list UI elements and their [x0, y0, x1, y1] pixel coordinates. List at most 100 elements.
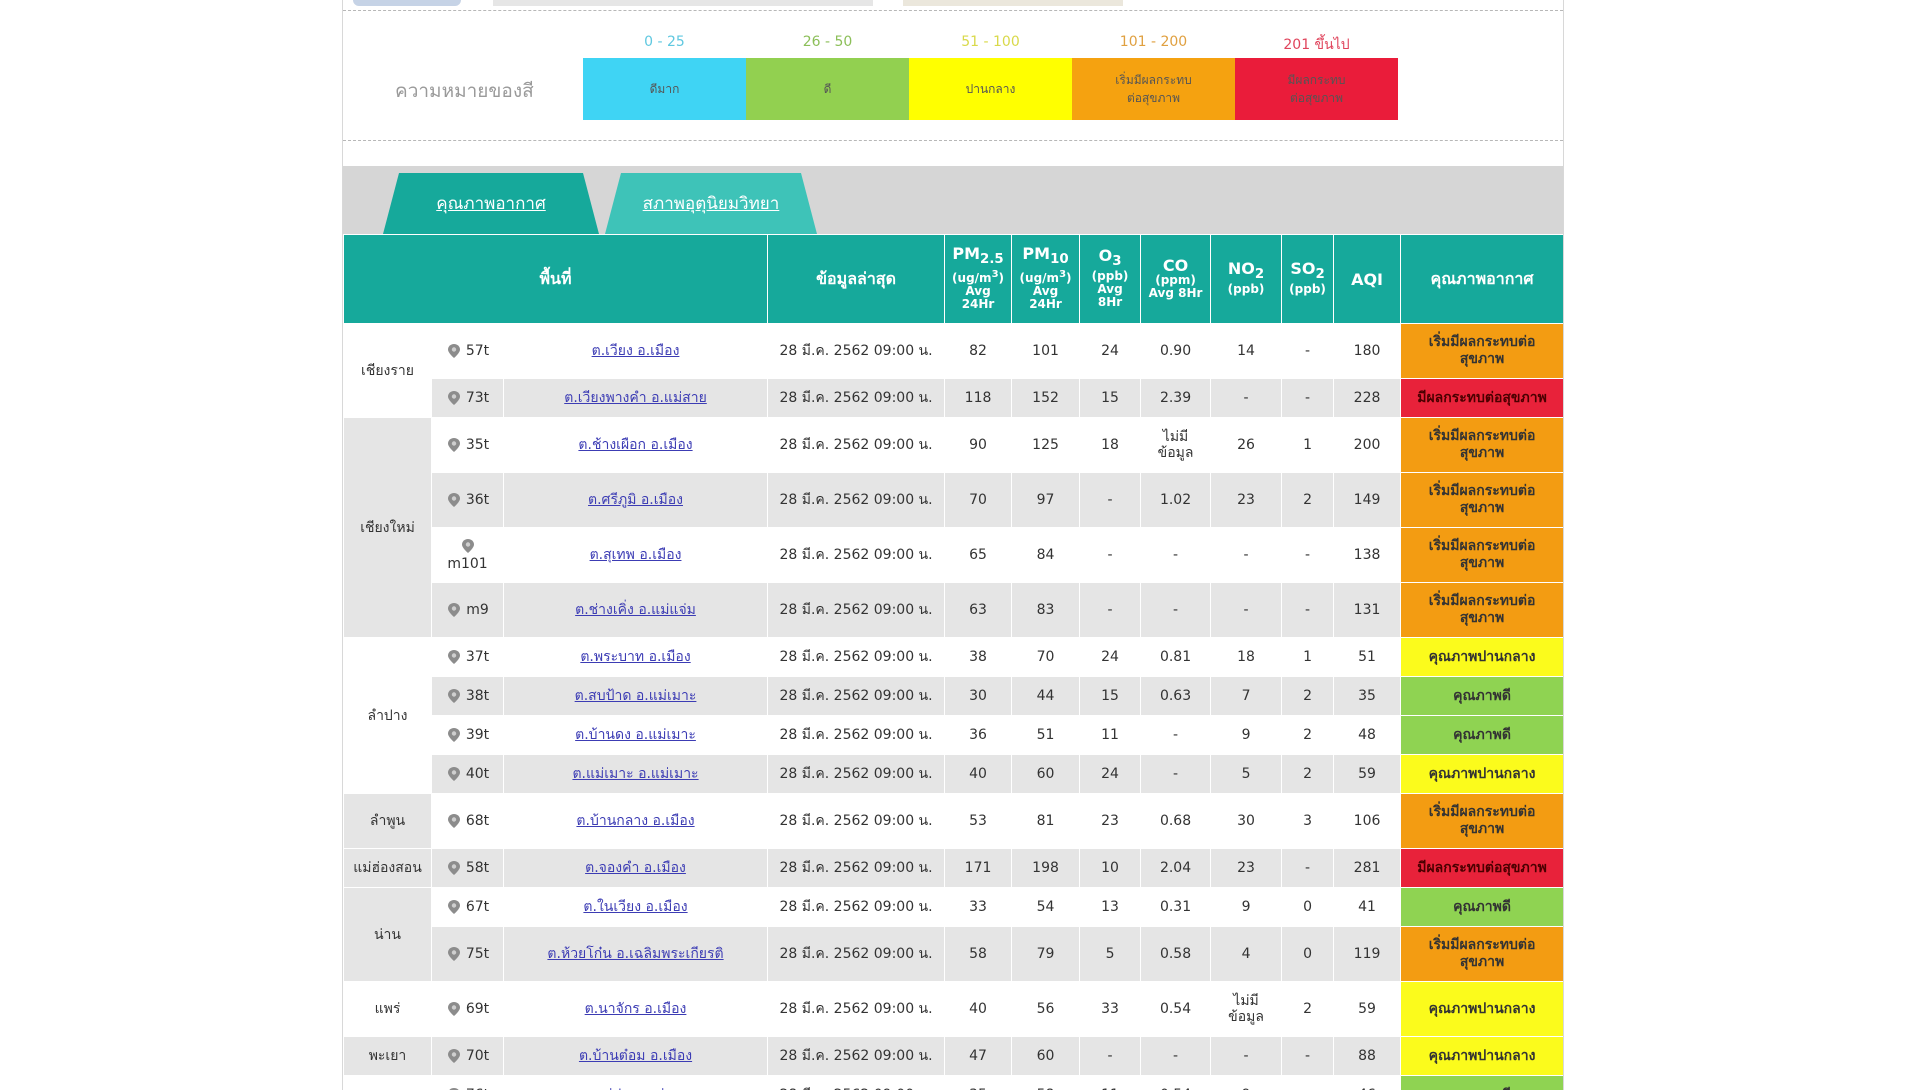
area-cell: ต.สุเทพ อ.เมือง [502, 527, 769, 583]
o3-cell: 13 [1079, 887, 1142, 927]
no2-cell: 9 [1210, 887, 1283, 927]
legend-color-box: มีผลกระทบ ต่อสุขภาพ [1235, 58, 1398, 120]
no2-cell: 23 [1210, 472, 1283, 528]
area-link[interactable]: ต.บ้านต๋อม อ.เมือง [579, 1048, 692, 1064]
map-pin-icon[interactable] [446, 1048, 462, 1064]
station-cell[interactable]: m101 [431, 527, 504, 583]
area-link[interactable]: ต.แม่เมาะ อ.แม่เมาะ [572, 766, 698, 782]
station-cell[interactable]: 73t [431, 378, 504, 418]
station-cell[interactable]: 75t [431, 926, 504, 982]
table-row: เชียงราย 57t ต.เวียง อ.เมือง 28 มี.ค. 2562 … [343, 323, 1563, 418]
aqi-cell: 59 [1333, 754, 1402, 794]
legend-item: 51 - 100 ปานกลาง [909, 34, 1072, 120]
station-cell[interactable]: m9 [431, 582, 504, 638]
so2-cell: - [1281, 848, 1335, 888]
station-cell[interactable]: 70t [431, 1036, 504, 1076]
area-link[interactable]: ต.ช้างเผือก อ.เมือง [578, 437, 692, 453]
map-pin-icon[interactable] [446, 946, 462, 962]
quality-badge: คุณภาพดี [1400, 887, 1563, 927]
area-link[interactable]: ต.เวียงพางคำ อ.แม่สาย [564, 390, 707, 406]
pm25-cell: 58 [944, 926, 1013, 982]
o3-cell: 11 [1079, 1075, 1142, 1090]
so2-cell: 2 [1281, 715, 1335, 755]
map-pin-icon[interactable] [446, 390, 462, 406]
map-pin-icon[interactable] [446, 437, 462, 453]
table-row: m9 ต.ช่างเคิ่ง อ.แม่แจ่ม 28 มี.ค. 2562 09:… [344, 582, 1563, 638]
map-pin-icon[interactable] [446, 1001, 462, 1017]
table-row: m101 ต.สุเทพ อ.เมือง 28 มี.ค. 2562 09:00 น… [344, 527, 1563, 583]
pm10-cell: 60 [1011, 754, 1081, 794]
so2-cell: - [1281, 527, 1335, 583]
aqi-cell: 46 [1333, 1075, 1402, 1090]
legend-item: 26 - 50 ดี [746, 34, 909, 120]
station-cell[interactable]: 76t [431, 1075, 504, 1090]
aqi-cell: 180 [1333, 323, 1402, 379]
map-pin-icon[interactable] [446, 343, 462, 359]
station-cell[interactable]: 38t [431, 676, 504, 716]
station-code: 38t [465, 688, 490, 704]
area-link[interactable]: ต.สุเทพ อ.เมือง [590, 547, 682, 563]
tab-air-quality[interactable]: คุณภาพอากาศ [383, 173, 599, 234]
map-pin-icon[interactable] [446, 766, 462, 782]
map-pin-icon[interactable] [446, 688, 462, 704]
pm25-cell: 47 [944, 1036, 1013, 1076]
table-row: 75t ต.ห้วยโก๋น อ.เฉลิมพระเกียรติ 28 มี.ค. … [344, 926, 1563, 982]
station-cell[interactable]: 37t [431, 637, 504, 677]
area-link[interactable]: ต.สบป้าด อ.แม่เมาะ [575, 688, 697, 704]
map-pin-icon[interactable] [446, 899, 462, 915]
province-cell: ตาก [343, 1075, 432, 1090]
so2-cell: - [1281, 1036, 1335, 1076]
area-link[interactable]: ต.เวียง อ.เมือง [592, 343, 680, 359]
station-cell[interactable]: 58t [431, 848, 504, 888]
area-link[interactable]: ต.ช่างเคิ่ง อ.แม่แจ่ม [575, 602, 696, 618]
area-link[interactable]: ต.ห้วยโก๋น อ.เฉลิมพระเกียรติ [547, 946, 723, 962]
station-cell[interactable]: 40t [431, 754, 504, 794]
area-link[interactable]: ต.ศรีภูมิ อ.เมือง [588, 492, 683, 508]
table-row: ลำปาง 37t ต.พระบาท อ.เมือง 28 มี.ค. 2562 09… [343, 637, 1563, 794]
legend-color-box: เริ่มมีผลกระทบ ต่อสุขภาพ [1072, 58, 1235, 120]
so2-cell: 1 [1281, 637, 1335, 677]
header-pm10: PM10 (ug/m3) Avg 24Hr [1011, 234, 1081, 324]
tab-meteorology[interactable]: สภาพอุตุนิยมวิทยา [605, 173, 817, 234]
area-link[interactable]: ต.ในเวียง อ.เมือง [583, 899, 687, 915]
station-cell[interactable]: 68t [431, 793, 504, 849]
header-o3: O3 (ppb) Avg 8Hr [1079, 234, 1142, 324]
station-cell[interactable]: 39t [431, 715, 504, 755]
station-cell[interactable]: 57t [431, 323, 504, 379]
pm10-cell: 152 [1011, 378, 1081, 418]
table-header: พื้นที่ ข้อมูลล่าสุด PM2.5 (ug/m3) Avg 24… [343, 234, 1563, 324]
table-row: 38t ต.สบป้าด อ.แม่เมาะ 28 มี.ค. 2562 09:00… [344, 676, 1563, 716]
map-pin-icon[interactable] [446, 649, 462, 665]
pm25-cell: 40 [944, 754, 1013, 794]
pm25-cell: 36 [944, 715, 1013, 755]
o3-cell: 11 [1079, 715, 1142, 755]
pm25-cell: 40 [944, 981, 1013, 1037]
no2-cell: - [1210, 582, 1283, 638]
legend-item: 0 - 25 ดีมาก [583, 34, 746, 120]
no2-cell: 5 [1210, 754, 1283, 794]
map-pin-icon[interactable] [446, 813, 462, 829]
area-link[interactable]: ต.พระบาท อ.เมือง [580, 649, 690, 665]
station-cell[interactable]: 35t [431, 417, 504, 473]
area-link[interactable]: ต.จองคำ อ.เมือง [585, 860, 686, 876]
area-link[interactable]: ต.บ้านกลาง อ.เมือง [576, 813, 694, 829]
map-pin-icon[interactable] [446, 602, 462, 618]
quality-badge: คุณภาพปานกลาง [1400, 1036, 1563, 1076]
pm25-cell: 53 [944, 793, 1013, 849]
station-cell[interactable]: 69t [431, 981, 504, 1037]
map-strip[interactable] [343, 0, 1563, 10]
map-pin-icon[interactable] [446, 727, 462, 743]
station-code: m101 [447, 556, 488, 572]
area-link[interactable]: ต.นาจักร อ.เมือง [585, 1001, 687, 1017]
area-link[interactable]: ต.บ้านดง อ.แม่เมาะ [575, 727, 696, 743]
area-cell: ต.บ้านกลาง อ.เมือง [502, 793, 769, 849]
aqi-cell: 35 [1333, 676, 1402, 716]
map-pin-icon[interactable] [460, 538, 476, 554]
station-code: 73t [465, 390, 490, 406]
station-cell[interactable]: 36t [431, 472, 504, 528]
map-pin-icon[interactable] [446, 492, 462, 508]
o3-cell: 24 [1079, 754, 1142, 794]
map-pin-icon[interactable] [446, 860, 462, 876]
header-co: CO (ppm) Avg 8Hr [1140, 234, 1212, 324]
station-cell[interactable]: 67t [431, 887, 504, 927]
